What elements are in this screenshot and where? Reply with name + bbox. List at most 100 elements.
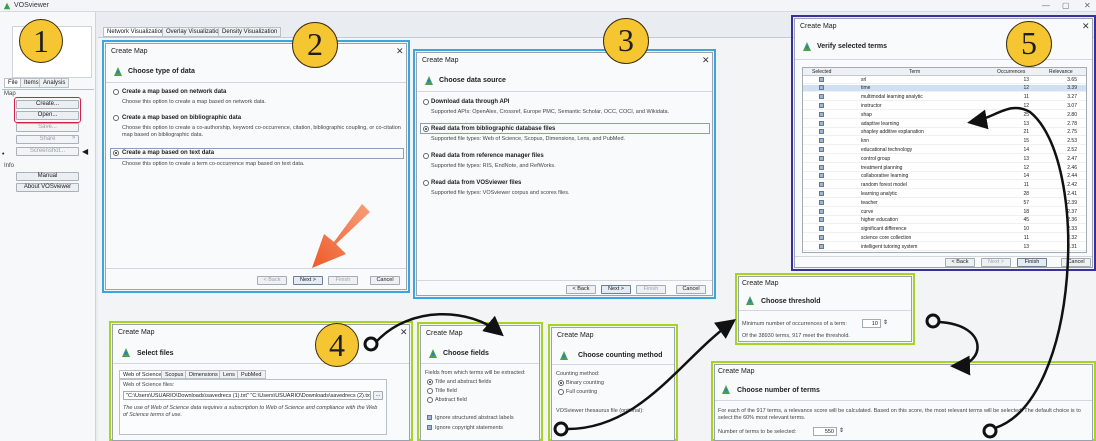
tab-overlay-visualization[interactable]: Overlay Visualization (162, 27, 226, 37)
tab-analysis[interactable]: Analysis (39, 78, 70, 88)
back-button[interactable]: < Back (945, 258, 975, 267)
row-checkbox[interactable] (819, 208, 824, 214)
radio-full[interactable] (558, 389, 564, 395)
cancel-button[interactable]: Cancel (676, 285, 706, 294)
tab-lens[interactable]: Lens (219, 370, 239, 379)
finish-button[interactable]: Finish (328, 276, 358, 285)
row-checkbox[interactable] (819, 94, 824, 100)
row-checkbox[interactable] (819, 120, 824, 126)
col-relevance[interactable]: Relevance (1049, 69, 1073, 75)
table-row[interactable]: random forest model 11 2.42 (803, 182, 1086, 190)
table-row[interactable]: instructor 12 3.07 (803, 102, 1086, 111)
table-row[interactable]: time 12 3.39 (803, 84, 1086, 93)
table-row[interactable]: shapley additive explanation 21 2.75 (803, 129, 1086, 137)
row-checkbox[interactable] (819, 199, 824, 205)
minimize-icon[interactable]: — (1042, 1, 1050, 10)
close-icon[interactable]: ✕ (400, 327, 408, 338)
row-checkbox[interactable] (819, 76, 824, 82)
row-checkbox[interactable] (819, 102, 824, 108)
radio-text[interactable] (113, 150, 119, 156)
col-selected[interactable]: Selected (812, 69, 831, 75)
next-button[interactable]: Next > (293, 276, 323, 285)
table-row[interactable]: learning analytic 28 2.41 (803, 190, 1086, 199)
row-checkbox[interactable] (819, 243, 824, 249)
table-row[interactable]: higher education 45 2.36 (803, 217, 1086, 225)
spinner-icon[interactable]: ⇕ (839, 427, 844, 434)
next-button[interactable]: Next > (601, 285, 631, 294)
radio-bibliographic[interactable] (113, 115, 119, 121)
table-row[interactable]: control group 13 2.47 (803, 155, 1086, 163)
table-row[interactable]: intelligent tutoring system 13 2.31 (803, 243, 1086, 251)
row-checkbox[interactable] (819, 85, 824, 91)
about-button[interactable]: About VOSviewer (16, 183, 79, 192)
row-checkbox[interactable] (819, 138, 824, 144)
browse-button[interactable]: … (373, 391, 383, 400)
radio-reference-manager[interactable] (423, 153, 429, 159)
panel-collapse-arrow-icon[interactable]: ◀ (82, 147, 88, 156)
cancel-button[interactable]: Cancel (370, 276, 400, 285)
col-term[interactable]: Term (909, 69, 920, 75)
table-row[interactable]: srl 13 3.65 (803, 76, 1086, 84)
radio-abstract[interactable] (427, 397, 433, 403)
next-button[interactable]: Next > (981, 258, 1011, 267)
radio-vosviewer-files[interactable] (423, 180, 429, 186)
table-row[interactable]: significant difference 10 2.33 (803, 226, 1086, 234)
screenshot-button[interactable]: Screenshot... (16, 147, 79, 156)
spinner-icon[interactable]: ⇕ (883, 319, 888, 326)
number-input[interactable]: 550 (813, 427, 837, 436)
maximize-icon[interactable]: ▢ (1062, 1, 1070, 10)
finish-button[interactable]: Finish (636, 285, 666, 294)
finish-button[interactable]: Finish (1017, 258, 1047, 267)
row-checkbox[interactable] (819, 129, 824, 135)
close-icon[interactable]: ✕ (1082, 21, 1090, 32)
row-checkbox[interactable] (819, 217, 824, 223)
checkbox-copyright[interactable] (427, 425, 432, 430)
radio-binary[interactable] (558, 380, 564, 386)
table-row[interactable]: knn 15 2.53 (803, 138, 1086, 146)
table-row[interactable]: treatment planning 12 2.46 (803, 164, 1086, 172)
term-cell: srl (861, 76, 867, 83)
back-button[interactable]: < Back (566, 285, 596, 294)
tab-scopus[interactable]: Scopus (161, 370, 188, 379)
table-row[interactable]: multimodal learning analytic 11 3.27 (803, 94, 1086, 102)
tab-dimensions[interactable]: Dimensions (185, 370, 222, 379)
row-checkbox[interactable] (819, 146, 824, 152)
cancel-button[interactable]: Cancel (1061, 258, 1091, 267)
table-row[interactable]: science core collection 11 2.32 (803, 234, 1086, 243)
row-checkbox[interactable] (819, 164, 824, 170)
save-button[interactable]: Save... (16, 123, 79, 132)
panel-collapse-dot-icon[interactable]: • (2, 151, 4, 158)
table-row[interactable]: teacher 57 2.39 (803, 199, 1086, 207)
back-button[interactable]: < Back (257, 276, 287, 285)
threshold-input[interactable]: 10 (862, 319, 881, 328)
close-icon[interactable]: ✕ (1084, 1, 1091, 10)
row-checkbox[interactable] (819, 182, 824, 188)
wos-files-field[interactable]: "C:\Users\USUARIO\Downloads\savedrecs (1… (123, 391, 371, 400)
radio-title-abstract[interactable] (427, 379, 433, 385)
radio-title[interactable] (427, 388, 433, 394)
table-row[interactable]: educational technology 14 2.52 (803, 146, 1086, 155)
radio-api[interactable] (423, 99, 429, 105)
table-row[interactable]: collaborative learning 14 2.44 (803, 173, 1086, 181)
close-icon[interactable]: ✕ (702, 55, 710, 66)
table-row[interactable]: adaptive learning 13 2.78 (803, 120, 1086, 128)
row-checkbox[interactable] (819, 234, 824, 240)
close-icon[interactable]: ✕ (396, 46, 404, 57)
table-row[interactable]: curve 18 2.37 (803, 208, 1086, 216)
tab-pubmed[interactable]: PubMed (237, 370, 266, 379)
manual-button[interactable]: Manual (16, 172, 79, 181)
row-checkbox[interactable] (819, 155, 824, 161)
row-checkbox[interactable] (819, 173, 824, 179)
row-checkbox[interactable] (819, 111, 824, 117)
row-checkbox[interactable] (819, 190, 824, 196)
radio-bibliographic-files[interactable] (423, 126, 429, 132)
radio-network[interactable] (113, 89, 119, 95)
checkbox-structured-labels[interactable] (427, 415, 432, 420)
tab-web-of-science[interactable]: Web of Science (119, 370, 166, 379)
tab-density-visualization[interactable]: Density Visualization (218, 27, 282, 37)
share-button[interactable]: Share (16, 135, 79, 144)
col-occurrences[interactable]: Occurrences (997, 69, 1025, 75)
tab-network-visualization[interactable]: Network Visualization (103, 27, 169, 37)
row-checkbox[interactable] (819, 226, 824, 232)
table-row[interactable]: shap 25 2.80 (803, 111, 1086, 119)
